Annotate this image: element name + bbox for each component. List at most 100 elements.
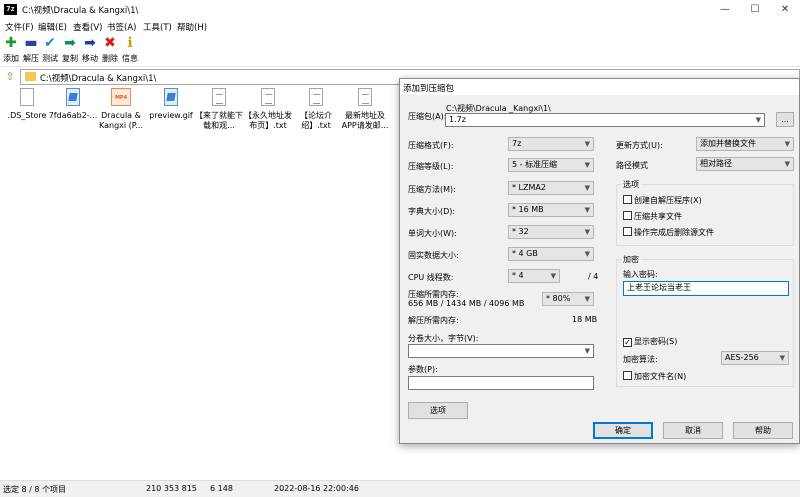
split-size-input[interactable]: ▼: [408, 344, 594, 358]
window-title: C:\视频\Dracula & Kangxi\1\: [22, 6, 139, 16]
encrypt-names-label: 加密文件名(N): [634, 372, 687, 381]
level-select[interactable]: 5 - 标准压缩 ▼: [508, 158, 594, 172]
options-group: 选项 创建自解压程序(X) 压缩共享文件 操作完成后删除源文件: [616, 179, 794, 246]
help-button[interactable]: 帮助: [733, 422, 793, 439]
archive-name-value: 1.7z: [449, 115, 466, 124]
show-password-checkbox[interactable]: ✓ 显示密码(S): [623, 337, 677, 347]
app-icon: 7z: [4, 4, 17, 15]
status-size: 210 353 815: [146, 484, 197, 493]
minimize-button[interactable]: —: [710, 0, 740, 19]
chevron-down-icon: ▼: [779, 354, 785, 362]
add-button[interactable]: ✚ 添加: [2, 36, 20, 64]
close-button[interactable]: ✕: [770, 0, 800, 19]
chevron-down-icon: ▼: [550, 272, 556, 280]
image-file-icon: [164, 88, 178, 106]
menu-edit[interactable]: 编辑(E): [38, 21, 67, 33]
format-value: 7z: [512, 139, 522, 148]
add-icon: ✚: [5, 35, 17, 51]
checkbox-icon: [623, 227, 632, 236]
create-sfx-checkbox[interactable]: 创建自解压程序(X): [623, 195, 702, 206]
dict-size-select[interactable]: * 16 MB ▼: [508, 203, 594, 217]
copy-button[interactable]: ➡ 复制: [61, 36, 79, 64]
chevron-down-icon: ▼: [584, 161, 590, 169]
params-label: 参数(P):: [408, 365, 438, 374]
threads-select[interactable]: * 4 ▼: [508, 269, 560, 283]
info-button[interactable]: ℹ 信息: [121, 36, 139, 64]
options-button[interactable]: 选项: [408, 402, 468, 419]
path-mode-select[interactable]: 相对路径 ▼: [696, 157, 794, 171]
ok-button[interactable]: 确定: [593, 422, 653, 439]
menu-file[interactable]: 文件(F): [5, 21, 34, 33]
chevron-down-icon: ▼: [584, 206, 590, 214]
file-item[interactable]: 【来了就能下载和观...: [194, 88, 244, 131]
menu-help[interactable]: 帮助(H): [177, 21, 207, 33]
file-name: preview.gif: [149, 111, 193, 120]
format-select[interactable]: 7z ▼: [508, 137, 594, 151]
options-group-title: 选项: [621, 179, 641, 190]
mem-comp-value: 656 MB / 1434 MB / 4096 MB: [408, 299, 525, 308]
file-icon: [20, 88, 34, 106]
checkmark-icon: ✓: [623, 338, 632, 347]
image-file-icon: [66, 88, 80, 106]
encrypt-names-checkbox[interactable]: 加密文件名(N): [623, 371, 686, 382]
extract-icon: ▬: [24, 35, 38, 51]
chevron-down-icon: ▼: [584, 295, 590, 303]
file-item[interactable]: preview.gif: [146, 88, 196, 121]
shared-files-checkbox[interactable]: 压缩共享文件: [623, 211, 682, 222]
file-item[interactable]: 最新地址及APP请发邮...: [340, 88, 390, 131]
maximize-button[interactable]: ☐: [740, 0, 770, 19]
info-label: 信息: [122, 54, 138, 63]
archive-name-input[interactable]: 1.7z ▼: [445, 113, 765, 127]
menu-tools[interactable]: 工具(T): [143, 21, 172, 33]
mem-decomp-label: 解压所需内存:: [408, 316, 459, 325]
move-button[interactable]: ➡ 移动: [81, 36, 99, 64]
delete-after-label: 操作完成后删除源文件: [634, 228, 714, 237]
cancel-button[interactable]: 取消: [663, 422, 723, 439]
status-selection: 选定 8 / 8 个项目: [3, 485, 67, 494]
checkbox-icon: [623, 195, 632, 204]
folder-icon: [25, 72, 36, 81]
move-icon: ➡: [84, 35, 96, 51]
delete-button[interactable]: ✖ 删除: [101, 36, 119, 64]
method-label: 压缩方法(M):: [408, 185, 456, 194]
enc-method-value: AES-256: [725, 353, 759, 362]
mem-decomp-value: 18 MB: [572, 315, 598, 324]
text-file-icon: [261, 88, 275, 106]
delete-after-checkbox[interactable]: 操作完成后删除源文件: [623, 227, 714, 238]
file-item[interactable]: 【永久地址发布页】.txt: [243, 88, 293, 131]
file-item[interactable]: 【论坛介绍】.txt: [291, 88, 341, 131]
chevron-down-icon: ▼: [584, 250, 590, 258]
encryption-group: 加密 输入密码: 上老王论坛当老王 ✓ 显示密码(S) 加密算法: AES-256…: [616, 254, 794, 387]
file-item[interactable]: MP4 Dracula & Kangxi (P...: [96, 88, 146, 131]
test-button[interactable]: ✔ 测试: [41, 36, 59, 64]
browse-button[interactable]: ...: [776, 112, 794, 127]
password-input[interactable]: 上老王论坛当老王: [623, 281, 789, 296]
level-label: 压缩等级(L):: [408, 162, 454, 171]
up-folder-icon[interactable]: ⇧: [3, 70, 17, 83]
solid-size-select[interactable]: * 4 GB ▼: [508, 247, 594, 261]
path-mode-value: 相对路径: [700, 159, 732, 168]
method-value: * LZMA2: [512, 183, 546, 192]
file-item[interactable]: 7fda6ab2-...: [48, 88, 98, 121]
dict-size-value: * 16 MB: [512, 205, 544, 214]
mem-percent-select[interactable]: * 80% ▼: [542, 292, 594, 306]
file-name: 【永久地址发布页】.txt: [244, 111, 292, 130]
threads-label: CPU 线程数:: [408, 273, 454, 282]
chevron-down-icon: ▼: [784, 140, 790, 148]
enc-method-select[interactable]: AES-256 ▼: [721, 351, 789, 365]
file-item[interactable]: .DS_Store: [2, 88, 52, 121]
text-file-icon: [309, 88, 323, 106]
method-select[interactable]: * LZMA2 ▼: [508, 181, 594, 195]
file-name: Dracula & Kangxi (P...: [99, 111, 143, 130]
update-mode-label: 更新方式(U):: [616, 141, 663, 150]
menu-view[interactable]: 查看(V): [73, 21, 102, 33]
shared-files-label: 压缩共享文件: [634, 212, 682, 221]
word-size-select[interactable]: * 32 ▼: [508, 225, 594, 239]
checkbox-icon: [623, 211, 632, 220]
show-password-label: 显示密码(S): [634, 337, 678, 346]
params-input[interactable]: [408, 376, 594, 390]
update-mode-select[interactable]: 添加并替换文件 ▼: [696, 137, 794, 151]
menu-bookmarks[interactable]: 书签(A): [107, 21, 136, 33]
path-mode-label: 路径模式: [616, 161, 648, 170]
threads-value: * 4: [512, 271, 524, 280]
